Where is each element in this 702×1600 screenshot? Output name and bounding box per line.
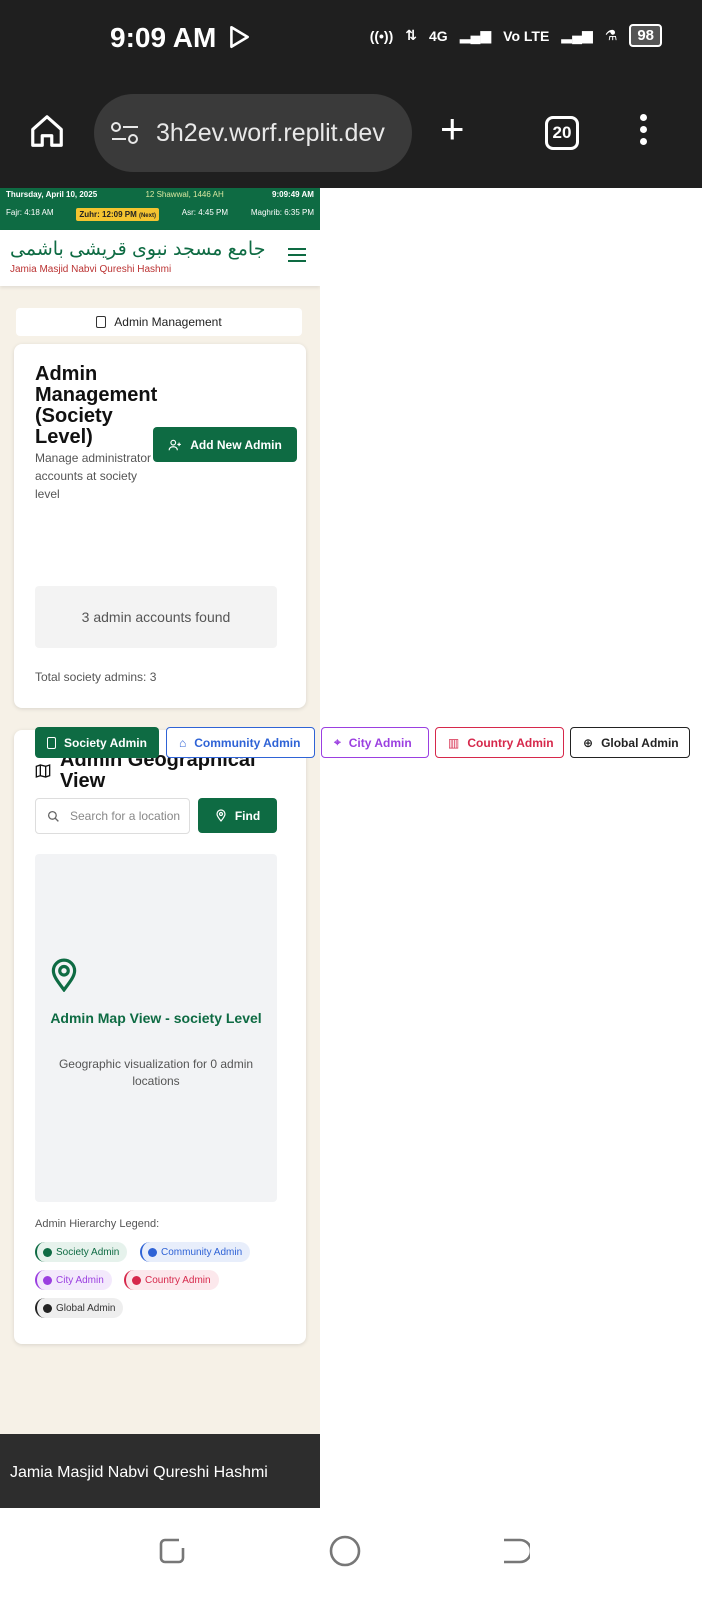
legend-community: Community Admin (140, 1242, 251, 1262)
data-arrows-icon: ⇅ (405, 27, 417, 43)
urdu-title: جامع مسجد نبوی قریشی باشمی (10, 239, 266, 260)
legend-society: Society Admin (35, 1242, 128, 1262)
signal-icon: ▂▄▆ (459, 27, 492, 43)
site-footer: Jamia Masjid Nabvi Qureshi Hashmi (0, 1434, 320, 1508)
role-tab-country[interactable]: ▥ Country Admin (435, 727, 564, 758)
address-bar[interactable]: 3h2ev.worf.replit.dev (94, 94, 412, 172)
site-header: جامع مسجد نبوی قریشی باشمی Jamia Masjid … (0, 230, 320, 286)
role-tab-city[interactable]: ⌖ City Admin (321, 727, 429, 758)
battery-level: 98 (629, 24, 662, 47)
location-pin-icon (216, 809, 226, 822)
hamburger-icon[interactable] (288, 248, 306, 262)
home-nav-icon[interactable] (328, 1534, 362, 1568)
webpage: Thursday, April 10, 2025 12 Shawwal, 144… (0, 188, 320, 1508)
admin-count-box: 3 admin accounts found (35, 586, 277, 648)
back-icon[interactable] (498, 1536, 530, 1566)
asr-time: Asr: 4:45 PM (181, 208, 229, 217)
legend-country: Country Admin (124, 1270, 219, 1290)
legend-global: Global Admin (35, 1298, 124, 1318)
legend-city: City Admin (35, 1270, 112, 1290)
fajr-time: Fajr: 4:18 AM (6, 208, 54, 217)
network-label: 4G (429, 27, 448, 44)
new-tab-icon[interactable]: + (440, 108, 465, 150)
map-pin-icon (51, 958, 77, 992)
url-text: 3h2ev.worf.replit.dev (156, 119, 385, 147)
globe-icon: ⊕ (583, 735, 594, 750)
admin-management-card: Admin Management (Society Level) Manage … (14, 344, 306, 708)
menu-icon[interactable] (640, 114, 648, 145)
zuhr-time: Zuhr: 12:09 PM (Next) (76, 208, 159, 221)
status-bar: 9:09 AM ((•)) ⇅ 4G ▂▄▆ Vo LTE ▂▄▆ ⚗ 98 (0, 0, 702, 82)
browser-toolbar: 3h2ev.worf.replit.dev + 20 (0, 82, 702, 188)
role-tab-global[interactable]: ⊕ Global Admin (570, 727, 690, 758)
english-title: Jamia Masjid Nabvi Qureshi Hashmi (10, 264, 172, 275)
volte-label: Vo LTE (503, 27, 550, 44)
current-section-tab[interactable]: Admin Management (16, 308, 302, 336)
search-icon (47, 810, 59, 822)
legend-label: Admin Hierarchy Legend: (35, 1218, 160, 1230)
status-time: 9:09 AM (110, 22, 217, 53)
signal-icon-2: ▂▄▆ (561, 27, 593, 43)
play-store-icon (230, 25, 249, 49)
prayer-times-bar: Thursday, April 10, 2025 12 Shawwal, 144… (0, 188, 320, 230)
building-icon (96, 316, 107, 328)
total-admins: Total society admins: 3 (35, 670, 157, 684)
admin-map-area[interactable]: Admin Map View - society Level Geographi… (35, 854, 277, 1202)
clock-text: 9:09:49 AM (272, 190, 314, 199)
home-outline-icon: ⌂ (179, 735, 187, 750)
map-title: Admin Map View - society Level (50, 1010, 262, 1026)
map-subtitle: Geographic visualization for 0 admin loc… (58, 1057, 254, 1088)
date-text: Thursday, April 10, 2025 (6, 190, 98, 199)
map-outline-icon: ▥ (448, 735, 460, 750)
admin-subtitle: Manage administrator accounts at society… (35, 451, 152, 501)
home-icon[interactable] (28, 112, 66, 150)
flask-icon: ⚗ (604, 27, 618, 43)
admin-title: Admin Management (Society Level) (35, 363, 158, 448)
geo-view-card: Admin Geographical View Search for a loc… (14, 730, 306, 1344)
recents-icon[interactable] (157, 1536, 187, 1566)
role-tab-society[interactable]: Society Admin (35, 727, 159, 758)
find-button[interactable]: Find (198, 798, 277, 833)
user-plus-icon (168, 439, 182, 450)
pin-icon: ⌖ (334, 735, 341, 749)
add-admin-button[interactable]: Add New Admin (153, 427, 297, 462)
building-icon (47, 736, 56, 749)
role-tab-community[interactable]: ⌂ Community Admin (166, 727, 315, 758)
tab-switcher-button[interactable]: 20 (545, 116, 579, 150)
maghrib-time: Maghrib: 6:35 PM (250, 208, 314, 217)
hotspot-icon: ((•)) (369, 27, 394, 44)
map-icon (35, 764, 51, 778)
site-settings-icon[interactable] (110, 120, 140, 146)
status-icons: ((•)) ⇅ 4G ▂▄▆ Vo LTE ▂▄▆ ⚗ 98 (370, 24, 662, 47)
hijri-date: 12 Shawwal, 1446 AH (145, 190, 224, 199)
android-nav-bar (0, 1508, 702, 1600)
